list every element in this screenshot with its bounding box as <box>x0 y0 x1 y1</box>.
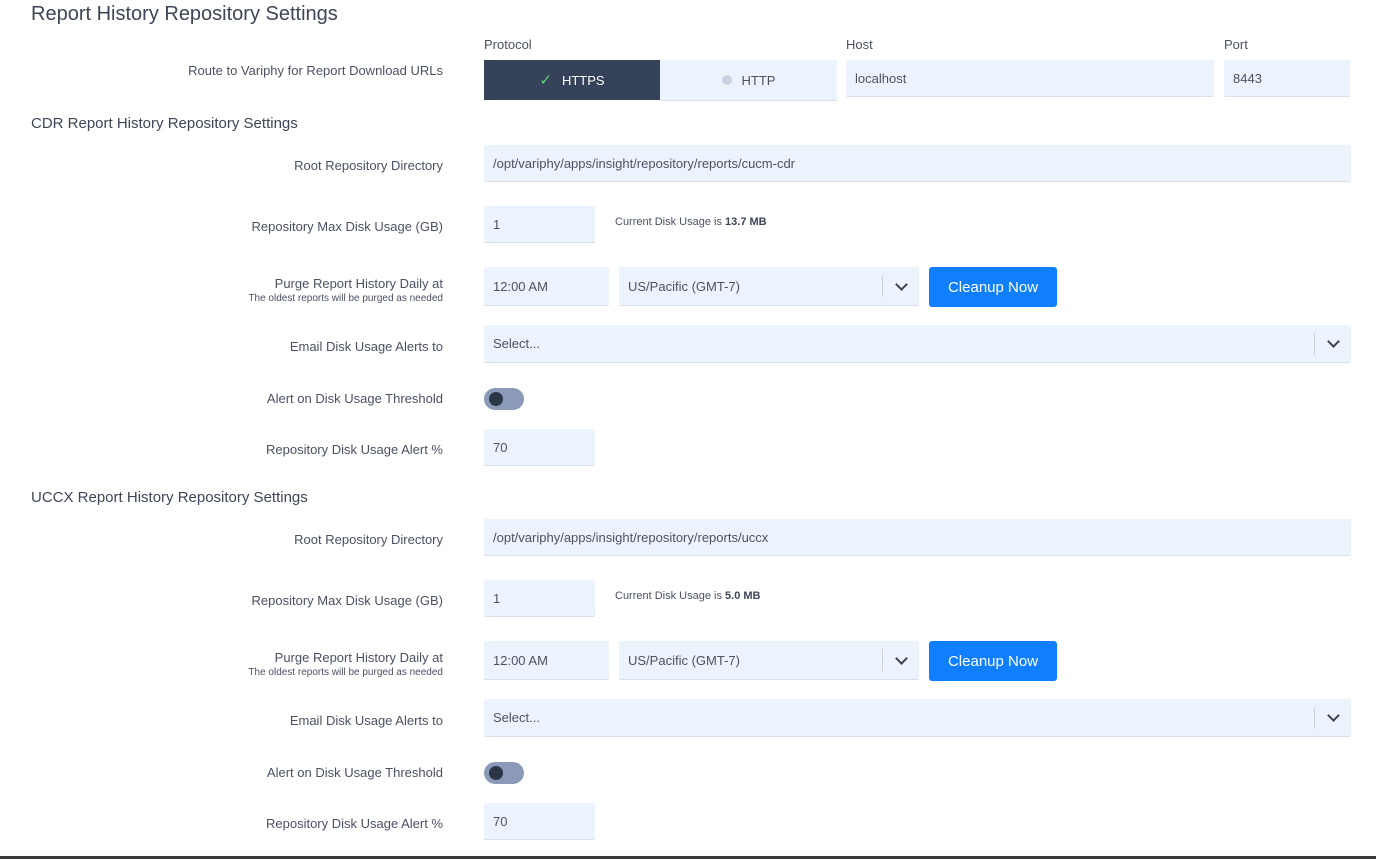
uccx-cleanup-button[interactable]: Cleanup Now <box>929 641 1057 681</box>
protocol-http-option[interactable]: HTTP <box>660 60 837 101</box>
uccx-email-label: Email Disk Usage Alerts to <box>289 713 443 728</box>
toggle-knob <box>489 766 503 780</box>
uccx-alert-percent-label: Repository Disk Usage Alert % <box>265 816 443 831</box>
cdr-current-usage: Current Disk Usage is 13.7 MB <box>615 216 767 228</box>
uccx-alert-percent-input[interactable]: 70 <box>484 803 595 840</box>
uccx-max-disk-input[interactable]: 1 <box>484 580 595 617</box>
chevron-down-icon[interactable] <box>1314 332 1351 355</box>
uccx-current-usage: Current Disk Usage is 5.0 MB <box>615 590 761 602</box>
cdr-email-select[interactable]: Select... <box>484 325 1351 363</box>
cdr-max-disk-input[interactable]: 1 <box>484 206 595 243</box>
current-usage-prefix: Current Disk Usage is <box>615 590 722 602</box>
uccx-email-select[interactable]: Select... <box>484 699 1351 737</box>
radio-dot-icon <box>721 75 732 85</box>
uccx-root-dir-input[interactable]: /opt/variphy/apps/insight/repository/rep… <box>484 519 1351 556</box>
cdr-purge-time-input[interactable]: 12:00 AM <box>484 267 609 306</box>
protocol-https-option[interactable]: ✓ HTTPS <box>484 60 660 100</box>
cdr-root-dir-input[interactable]: /opt/variphy/apps/insight/repository/rep… <box>484 145 1351 182</box>
uccx-root-dir-label: Root Repository Directory <box>294 532 443 547</box>
cdr-email-label: Email Disk Usage Alerts to <box>289 339 443 354</box>
route-label: Route to Variphy for Report Download URL… <box>188 63 443 78</box>
chevron-down-icon[interactable] <box>1314 706 1351 729</box>
uccx-section-title: UCCX Report History Repository Settings <box>31 489 308 506</box>
uccx-timezone-value: US/Pacific (GMT-7) <box>628 652 740 668</box>
cdr-timezone-value: US/Pacific (GMT-7) <box>628 278 740 294</box>
uccx-alert-toggle[interactable] <box>484 762 524 784</box>
cdr-max-disk-label: Repository Max Disk Usage (GB) <box>251 219 443 234</box>
uccx-timezone-select[interactable]: US/Pacific (GMT-7) <box>619 641 919 680</box>
page-title: Report History Repository Settings <box>31 3 338 25</box>
cdr-alert-toggle[interactable] <box>484 388 524 410</box>
uccx-purge-time-input[interactable]: 12:00 AM <box>484 641 609 680</box>
cdr-section-title: CDR Report History Repository Settings <box>31 115 298 132</box>
protocol-http-label: HTTP <box>741 72 776 88</box>
protocol-header: Protocol <box>484 37 532 52</box>
port-header: Port <box>1224 37 1248 52</box>
uccx-alert-threshold-label: Alert on Disk Usage Threshold <box>266 765 443 780</box>
cdr-alert-percent-label: Repository Disk Usage Alert % <box>265 442 443 457</box>
toggle-knob <box>489 392 503 406</box>
host-header: Host <box>846 37 873 52</box>
cdr-cleanup-button[interactable]: Cleanup Now <box>929 267 1057 307</box>
port-input[interactable]: 8443 <box>1224 60 1350 97</box>
cdr-purge-note: The oldest reports will be purged as nee… <box>248 293 443 304</box>
cdr-email-placeholder: Select... <box>493 336 540 351</box>
check-icon: ✓ <box>539 72 552 89</box>
current-usage-prefix: Current Disk Usage is <box>615 216 722 228</box>
cdr-alert-percent-input[interactable]: 70 <box>484 429 595 466</box>
uccx-purge-note: The oldest reports will be purged as nee… <box>248 667 443 678</box>
uccx-current-usage-value: 5.0 MB <box>725 590 761 602</box>
host-input[interactable]: localhost <box>846 60 1214 97</box>
uccx-purge-label: Purge Report History Daily at <box>274 650 443 665</box>
cdr-current-usage-value: 13.7 MB <box>725 216 767 228</box>
cdr-root-dir-label: Root Repository Directory <box>294 158 443 173</box>
uccx-email-placeholder: Select... <box>493 710 540 725</box>
cdr-purge-label: Purge Report History Daily at <box>274 276 443 291</box>
cdr-timezone-select[interactable]: US/Pacific (GMT-7) <box>619 267 919 306</box>
uccx-max-disk-label: Repository Max Disk Usage (GB) <box>251 593 443 608</box>
protocol-https-label: HTTPS <box>561 72 605 88</box>
chevron-down-icon[interactable] <box>882 649 919 671</box>
chevron-down-icon[interactable] <box>882 275 919 297</box>
cdr-alert-threshold-label: Alert on Disk Usage Threshold <box>266 391 443 406</box>
